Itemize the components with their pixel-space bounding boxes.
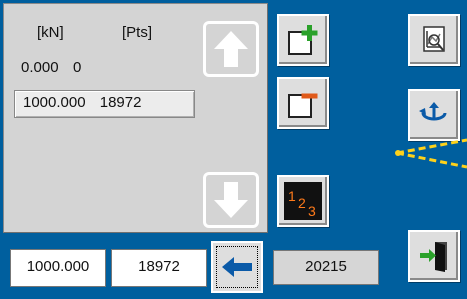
chart-zoom-icon xyxy=(423,26,445,52)
arrow-down-icon xyxy=(214,182,248,218)
svg-text:2: 2 xyxy=(298,195,306,211)
chart-zoom-button[interactable] xyxy=(408,14,460,66)
points-unit-header: [Pts] xyxy=(122,24,153,41)
remove-row-icon xyxy=(288,93,318,118)
callout-pointer xyxy=(395,138,467,169)
points-input[interactable]: 18972 xyxy=(111,249,207,287)
exit-door-icon xyxy=(420,242,447,272)
row-points-value: 18972 xyxy=(99,94,142,111)
total-points-display: 20215 xyxy=(273,250,379,285)
svg-text:3: 3 xyxy=(308,203,316,219)
list-row-selected[interactable]: 1000.000 18972 xyxy=(14,90,195,118)
row-force-value: 0.000 xyxy=(21,59,59,76)
rotate-icon xyxy=(419,102,447,121)
add-row-icon xyxy=(288,25,318,55)
row-points-value: 0 xyxy=(73,59,82,76)
points-list-panel: [kN] [Pts] 0.000 0 1000.000 18972 xyxy=(3,3,268,233)
svg-text:1: 1 xyxy=(288,188,296,204)
apply-back-button[interactable] xyxy=(211,241,263,293)
scroll-up-button[interactable] xyxy=(203,21,259,77)
scroll-down-button[interactable] xyxy=(203,172,259,228)
force-unit-header: [kN] xyxy=(37,24,64,41)
row-force-value: 1000.000 xyxy=(23,94,86,111)
arrow-up-icon xyxy=(214,31,248,67)
renumber-button[interactable]: 1 2 3 xyxy=(277,175,329,227)
add-row-button[interactable] xyxy=(277,14,329,66)
remove-row-button[interactable] xyxy=(277,77,329,129)
arrow-left-icon xyxy=(222,257,252,277)
force-input[interactable]: 1000.000 xyxy=(10,249,106,287)
list-row[interactable]: 0.000 0 xyxy=(21,59,81,77)
renumber-icon: 1 2 3 xyxy=(284,182,322,220)
exit-button[interactable] xyxy=(408,230,460,282)
